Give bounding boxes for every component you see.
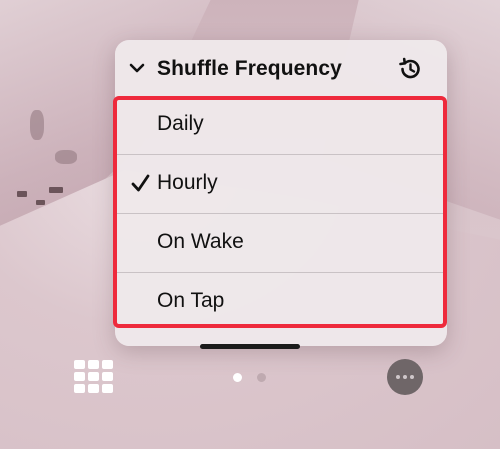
options-highlight-box xyxy=(113,96,447,328)
rock-outcrop xyxy=(30,110,44,140)
grid-icon[interactable] xyxy=(74,360,114,394)
cabin xyxy=(17,191,27,197)
history-icon[interactable] xyxy=(396,55,424,83)
page-dot-active xyxy=(233,373,242,382)
cabin xyxy=(36,200,45,205)
cabin xyxy=(49,187,63,193)
menu-base-bar xyxy=(200,344,300,349)
rock-outcrop xyxy=(55,150,77,164)
page-dot xyxy=(257,373,266,382)
menu-header[interactable]: Shuffle Frequency xyxy=(115,40,447,96)
more-icon[interactable] xyxy=(387,359,423,395)
chevron-down-icon[interactable] xyxy=(129,61,145,75)
menu-title: Shuffle Frequency xyxy=(157,57,342,80)
